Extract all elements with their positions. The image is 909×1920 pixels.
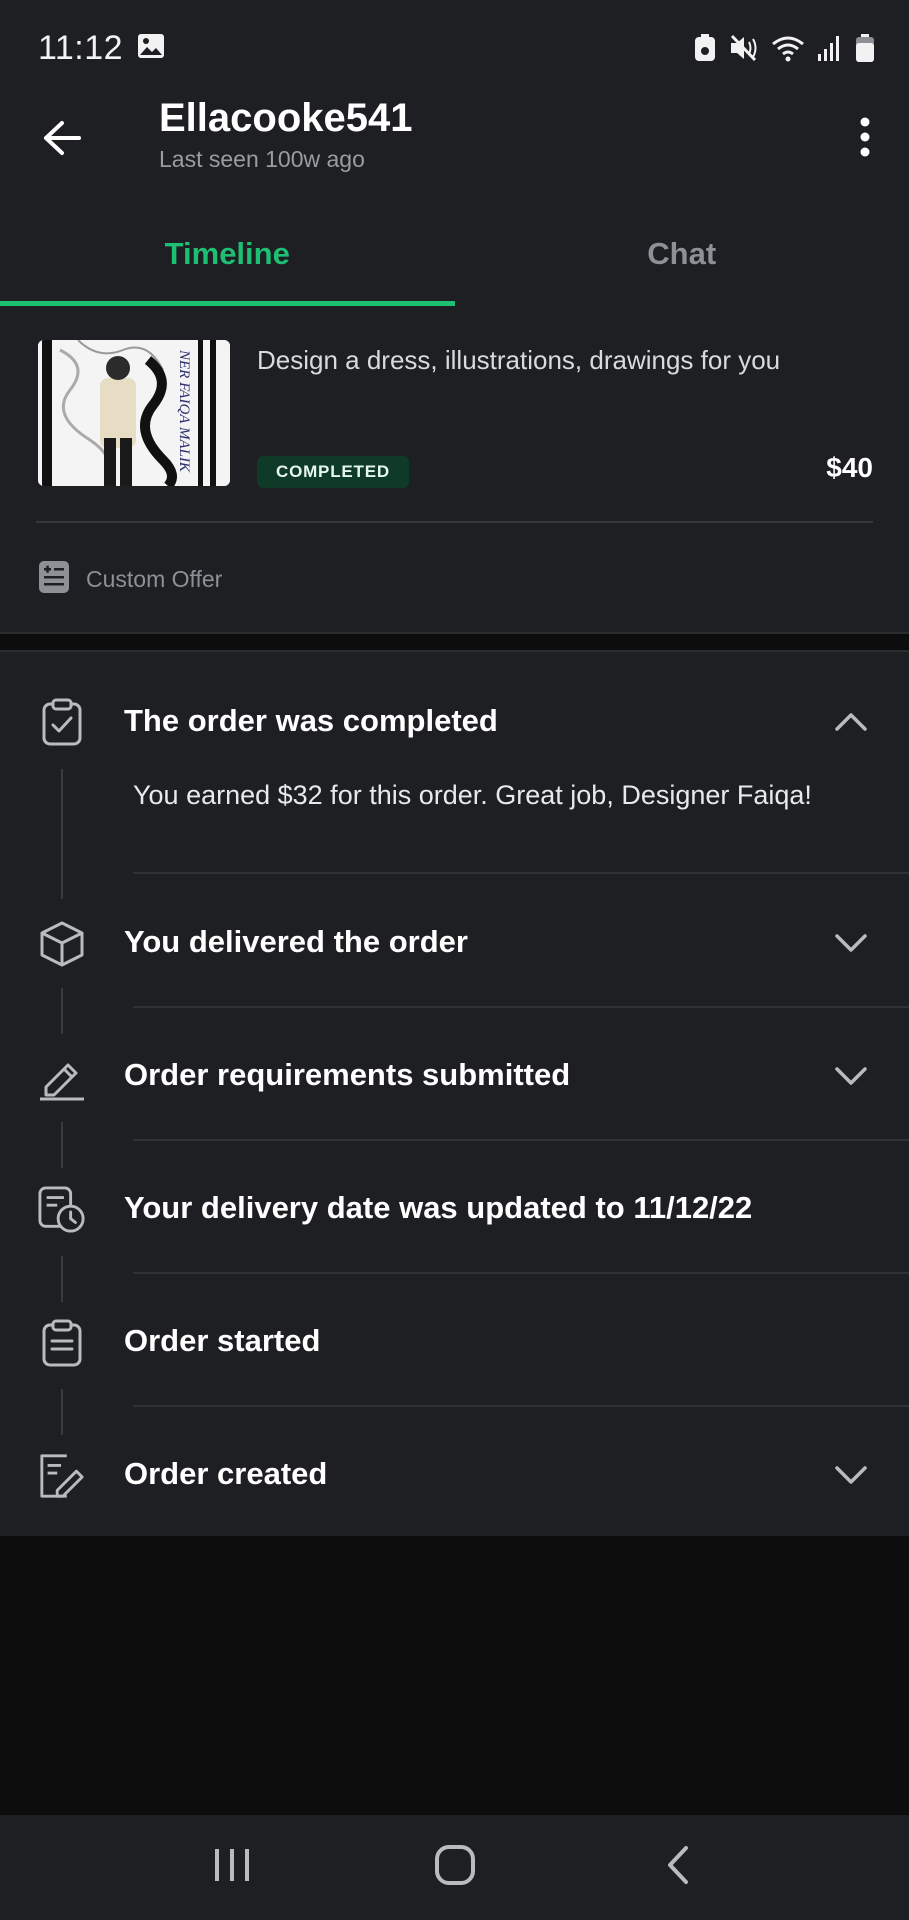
chevron-down-icon[interactable] <box>833 1457 869 1493</box>
home-button[interactable] <box>415 1828 495 1908</box>
timeline-item-title: Order started <box>124 1323 321 1358</box>
back-chevron-icon <box>665 1845 691 1890</box>
timeline-item-title: Order created <box>124 1456 328 1491</box>
pencil-icon <box>38 1053 86 1101</box>
system-nav-bar <box>0 1815 909 1920</box>
chevron-down-icon[interactable] <box>833 925 869 961</box>
timeline-item-delivered[interactable]: You delivered the order <box>0 874 909 1006</box>
more-vertical-icon <box>859 117 871 162</box>
home-icon <box>434 1844 476 1891</box>
custom-offer-label: Custom Offer <box>86 566 223 592</box>
offer-document-icon <box>38 560 70 599</box>
order-title[interactable]: Design a dress, illustrations, drawings … <box>257 344 877 378</box>
battery-saver-icon <box>693 33 717 63</box>
arrow-left-icon <box>42 120 82 161</box>
last-seen: Last seen 100w ago <box>159 146 365 172</box>
timeline-item-body: You earned $32 for this order. Great job… <box>133 780 812 810</box>
thumbnail-text: NER FAIQA MALIK <box>176 349 192 473</box>
status-bar: 11:12 <box>0 0 909 96</box>
custom-offer-row: Custom Offer <box>38 560 222 599</box>
back-button[interactable] <box>38 116 86 164</box>
contact-name[interactable]: Ellacooke541 <box>159 96 413 141</box>
timeline-item-completed[interactable]: The order was completed You earned $32 f… <box>0 652 909 874</box>
timeline-item-title: You delivered the order <box>124 924 468 959</box>
timeline-item-created[interactable]: Order created <box>0 1406 909 1536</box>
tab-timeline[interactable]: Timeline <box>0 202 455 306</box>
order-card[interactable]: NER FAIQA MALIK Design a dress, illustra… <box>0 306 909 632</box>
status-badge: COMPLETED <box>257 456 409 488</box>
battery-icon <box>855 33 875 63</box>
clipboard-check-icon <box>38 698 86 746</box>
timeline-item-title: Order requirements submitted <box>124 1057 571 1092</box>
gig-thumbnail[interactable]: NER FAIQA MALIK <box>38 340 230 486</box>
order-timeline: The order was completed You earned $32 f… <box>0 652 909 1536</box>
timeline-item-title: Your delivery date was updated to 11/12/… <box>124 1190 753 1225</box>
recent-apps-icon <box>212 1847 252 1888</box>
calendar-clock-icon <box>38 1186 86 1234</box>
chevron-down-icon[interactable] <box>833 1058 869 1094</box>
package-icon <box>38 920 86 968</box>
clipboard-icon <box>38 1319 86 1367</box>
signal-icon <box>817 34 843 62</box>
more-options-button[interactable] <box>847 114 883 164</box>
divider <box>36 521 873 523</box>
timeline-item-delivery-date: Your delivery date was updated to 11/12/… <box>0 1140 909 1273</box>
system-back-button[interactable] <box>638 1828 718 1908</box>
clock: 11:12 <box>38 28 124 67</box>
wifi-icon <box>771 34 805 62</box>
timeline-item-started: Order started <box>0 1273 909 1406</box>
recent-apps-button[interactable] <box>192 1828 272 1908</box>
image-icon <box>137 33 165 64</box>
app-header: Ellacooke541 Last seen 100w ago <box>0 96 909 202</box>
status-icons <box>693 33 875 63</box>
edit-document-icon <box>38 1452 86 1500</box>
timeline-item-title: The order was completed <box>124 703 498 738</box>
section-gap <box>0 632 909 652</box>
tab-bar: Timeline Chat <box>0 202 909 306</box>
timeline-item-requirements[interactable]: Order requirements submitted <box>0 1007 909 1140</box>
app-screen: 11:12 Ellacooke541 Last seen 100w ago Ti… <box>0 0 909 1920</box>
status-left: 11:12 <box>38 29 165 68</box>
order-price: $40 <box>826 452 873 483</box>
mute-icon <box>729 34 759 62</box>
tab-chat[interactable]: Chat <box>455 202 909 306</box>
chevron-up-icon[interactable] <box>833 704 869 740</box>
